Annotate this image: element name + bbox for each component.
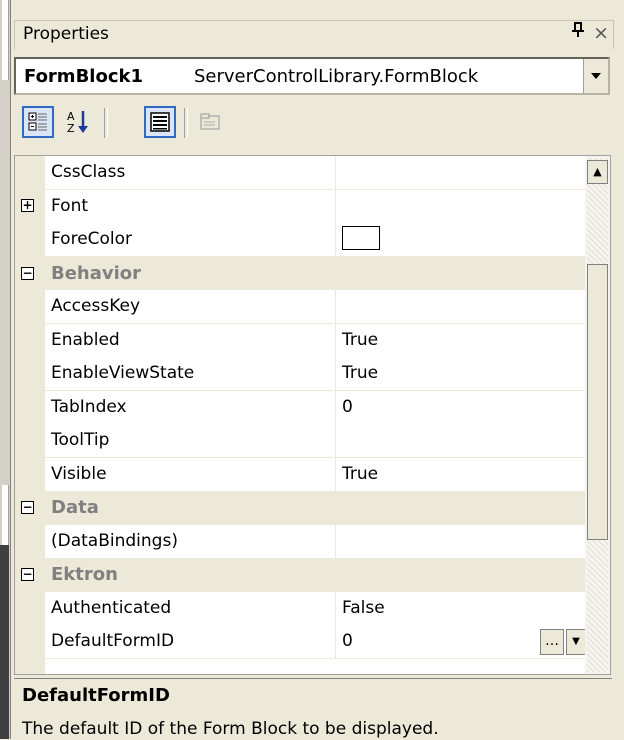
property-value[interactable]: True	[335, 458, 586, 492]
category-behavior[interactable]: − Behavior	[15, 257, 586, 291]
close-icon[interactable]: ×	[593, 22, 609, 44]
property-name[interactable]: (DataBindings)	[45, 525, 334, 559]
collapse-icon[interactable]: −	[21, 568, 34, 581]
property-row-defaultformid[interactable]: DefaultFormID 0 … ▼	[15, 625, 586, 659]
property-value[interactable]	[335, 156, 586, 190]
property-pages-button[interactable]	[194, 106, 226, 138]
category-label: Data	[51, 497, 99, 518]
properties-icon	[150, 112, 170, 132]
property-name[interactable]: Enabled	[45, 324, 334, 358]
property-row-cssclass[interactable]: CssClass	[15, 156, 586, 190]
left-dock-strip	[0, 0, 11, 739]
property-value-text: True	[342, 464, 379, 484]
property-name[interactable]: TabIndex	[45, 391, 334, 425]
categorized-button[interactable]	[22, 106, 54, 138]
property-value[interactable]: 0 … ▼	[335, 625, 586, 659]
property-row-accesskey[interactable]: AccessKey	[15, 290, 586, 324]
property-value-text: 0	[342, 631, 353, 651]
property-pages-icon	[200, 113, 220, 130]
window-title: Properties	[23, 24, 109, 44]
toolbar-separator	[184, 108, 188, 138]
properties-button[interactable]	[144, 106, 176, 138]
property-value[interactable]: 0	[335, 391, 586, 425]
property-name[interactable]: ToolTip	[45, 424, 334, 458]
property-name[interactable]: DefaultFormID	[45, 625, 334, 659]
vertical-scrollbar[interactable]: ▲	[585, 156, 610, 674]
toolbar-separator	[104, 108, 108, 138]
scroll-up-arrow-icon[interactable]: ▲	[587, 160, 608, 184]
category-data[interactable]: − Data	[15, 491, 586, 525]
property-value[interactable]: False	[335, 592, 586, 626]
svg-text:Z: Z	[67, 122, 75, 135]
property-value-text: 0	[342, 397, 353, 417]
object-name: FormBlock1	[24, 66, 143, 87]
property-value-text: False	[342, 598, 385, 618]
property-row-tooltip[interactable]: ToolTip	[15, 424, 586, 458]
collapse-icon[interactable]: −	[21, 501, 34, 514]
object-selector-dropdown[interactable]: FormBlock1 ServerControlLibrary.FormBloc…	[14, 57, 610, 95]
alphabetical-button[interactable]: A Z	[62, 106, 94, 138]
property-row-font[interactable]: + Font	[15, 190, 586, 224]
property-value[interactable]	[335, 223, 586, 257]
dropdown-arrow-icon[interactable]	[583, 59, 608, 93]
sort-az-icon: A Z	[67, 110, 88, 135]
description-pane: DefaultFormID The default ID of the Form…	[14, 678, 612, 740]
dock-tab[interactable]	[2, 0, 9, 80]
expand-icon[interactable]: +	[21, 199, 34, 212]
property-name[interactable]: Visible	[45, 458, 334, 492]
description-text: The default ID of the Form Block to be d…	[22, 719, 439, 739]
property-value[interactable]	[335, 525, 586, 559]
property-row-enabled[interactable]: Enabled True	[15, 324, 586, 358]
property-row-authenticated[interactable]: Authenticated False	[15, 592, 586, 626]
collapse-icon[interactable]: −	[21, 267, 34, 280]
property-value-text: True	[342, 330, 379, 350]
color-swatch	[342, 225, 380, 250]
dock-tab[interactable]	[2, 485, 9, 545]
property-toolbar: A Z	[14, 100, 610, 148]
property-name[interactable]: AccessKey	[45, 290, 334, 324]
property-value[interactable]	[335, 190, 586, 224]
property-name[interactable]: ForeColor	[45, 223, 334, 257]
ellipsis-button[interactable]: …	[540, 629, 564, 655]
property-name[interactable]: EnableViewState	[45, 357, 334, 391]
property-value[interactable]: True	[335, 357, 586, 391]
property-value[interactable]	[335, 290, 586, 324]
property-grid: CssClass + Font ForeColor − Behavior AccessKey…	[14, 155, 611, 675]
property-name[interactable]: CssClass	[45, 156, 334, 190]
property-row-visible[interactable]: Visible True	[15, 458, 586, 492]
object-type: ServerControlLibrary.FormBlock	[194, 66, 479, 87]
title-bar: Properties ×	[14, 20, 614, 49]
property-name[interactable]: Authenticated	[45, 592, 334, 626]
scroll-thumb[interactable]	[587, 264, 608, 540]
property-value[interactable]	[335, 424, 586, 458]
property-row-tabindex[interactable]: TabIndex 0	[15, 391, 586, 425]
property-row-enableviewstate[interactable]: EnableViewState True	[15, 357, 586, 391]
categorized-icon	[28, 112, 47, 131]
value-dropdown-arrow-icon[interactable]: ▼	[566, 629, 586, 655]
category-label: Ektron	[51, 564, 118, 585]
property-name[interactable]: Font	[45, 190, 334, 224]
category-label: Behavior	[51, 263, 142, 284]
property-row-forecolor[interactable]: ForeColor	[15, 223, 586, 257]
pin-icon[interactable]	[571, 22, 585, 43]
property-value[interactable]: True	[335, 324, 586, 358]
property-value-text: True	[342, 363, 379, 383]
description-heading: DefaultFormID	[22, 685, 170, 706]
category-ektron[interactable]: − Ektron	[15, 558, 586, 592]
property-row-databindings[interactable]: (DataBindings)	[15, 525, 586, 559]
dock-edge	[0, 545, 9, 739]
